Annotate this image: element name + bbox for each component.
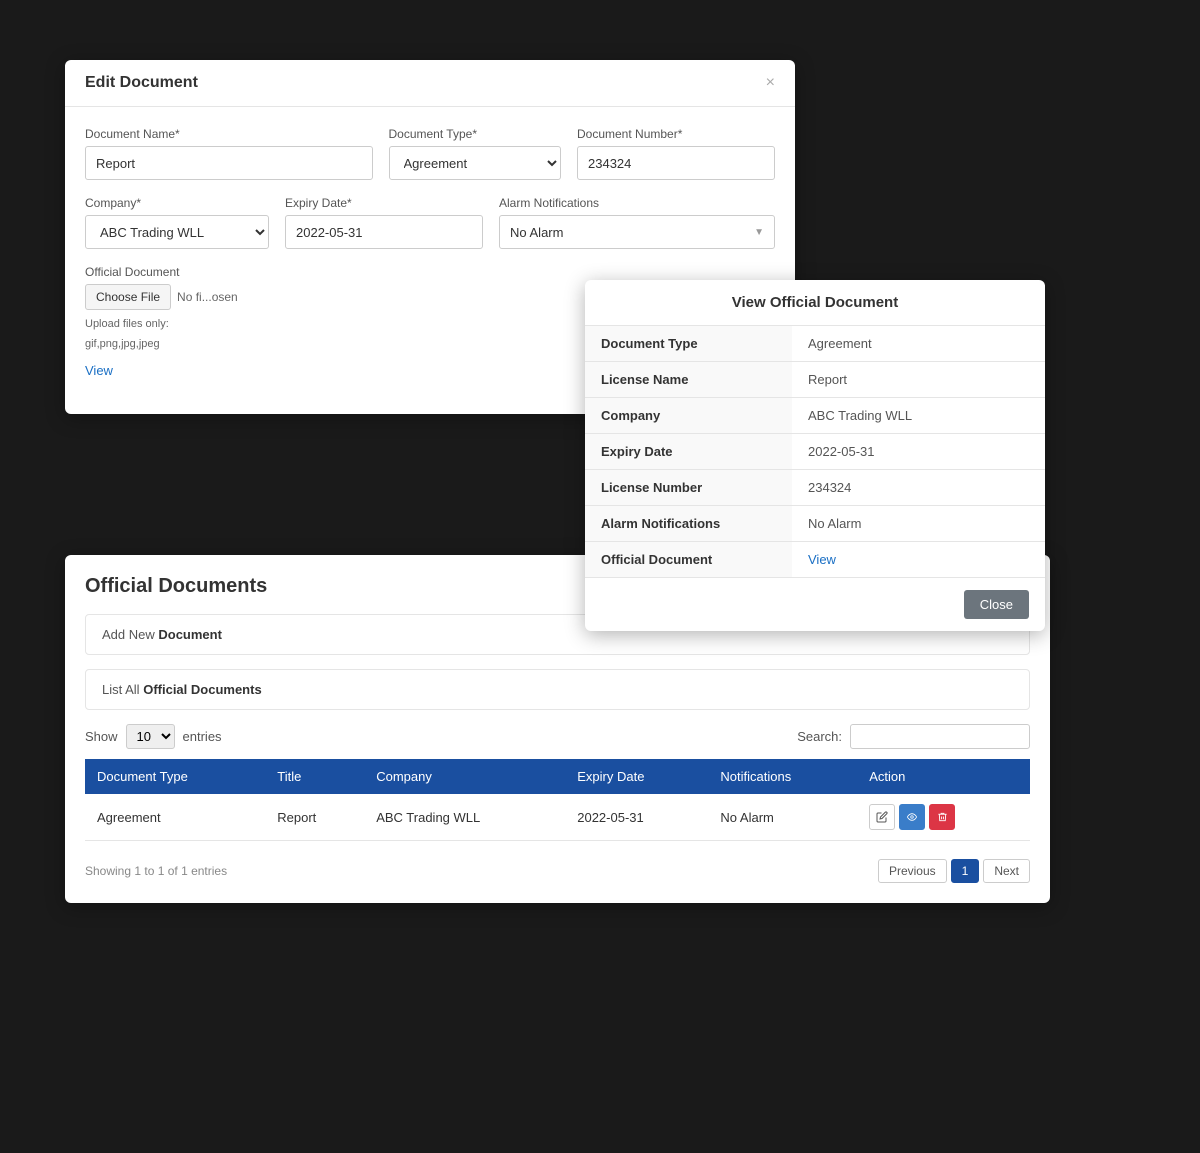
file-name-display: No fi...osen [177, 290, 238, 304]
add-new-label: Add New [102, 627, 155, 642]
edit-row-button[interactable] [869, 804, 895, 830]
trash-icon [937, 811, 948, 823]
document-type-select[interactable]: Agreement [389, 146, 562, 180]
showing-entries-text: Showing 1 to 1 of 1 entries [85, 864, 227, 878]
alarm-group: Alarm Notifications No Alarm ▼ [499, 196, 775, 249]
cell-document-type: Agreement [85, 794, 265, 841]
page-1-button[interactable]: 1 [951, 859, 980, 883]
next-page-button[interactable]: Next [983, 859, 1030, 883]
col-header-company: Company [364, 759, 565, 794]
table-row: License Number 234324 [585, 470, 1045, 506]
doc-type-label: Document Type [585, 326, 792, 362]
document-type-label: Document Type* [389, 127, 562, 141]
col-header-expiry-date: Expiry Date [565, 759, 708, 794]
official-document-label: Official Document [85, 265, 775, 279]
alarm-notifications-value: No Alarm [792, 506, 1045, 542]
col-header-action: Action [857, 759, 1030, 794]
view-modal-footer: Close [585, 577, 1045, 631]
document-number-label: Document Number* [577, 127, 775, 141]
document-number-input[interactable] [577, 146, 775, 180]
edit-modal-header: Edit Document × [65, 60, 795, 107]
search-label: Search: [797, 729, 842, 744]
document-name-group: Document Name* [85, 127, 373, 180]
form-row-2: Company* ABC Trading WLL Expiry Date* Al… [85, 196, 775, 249]
edit-icon [876, 811, 888, 823]
expiry-date-value-view: 2022-05-31 [792, 434, 1045, 470]
pagination: Previous 1 Next [878, 859, 1030, 883]
search-box: Search: [797, 724, 1030, 749]
table-controls: Show 10 25 50 entries Search: [85, 724, 1030, 749]
doc-type-value: Agreement [792, 326, 1045, 362]
official-doc-value-view: View [792, 542, 1045, 578]
table-footer: Showing 1 to 1 of 1 entries Previous 1 N… [85, 851, 1030, 883]
edit-modal-title: Edit Document [85, 74, 198, 92]
alarm-notifications-label: Alarm Notifications [585, 506, 792, 542]
view-official-document-modal: View Official Document Document Type Agr… [585, 280, 1045, 631]
table-row: License Name Report [585, 362, 1045, 398]
company-value-view: ABC Trading WLL [792, 398, 1045, 434]
search-input[interactable] [850, 724, 1030, 749]
expiry-date-input[interactable] [285, 215, 483, 249]
documents-table: Document Type Title Company Expiry Date … [85, 759, 1030, 841]
cell-title: Report [265, 794, 364, 841]
choose-file-button[interactable]: Choose File [85, 284, 171, 310]
table-header-row: Document Type Title Company Expiry Date … [85, 759, 1030, 794]
document-name-input[interactable] [85, 146, 373, 180]
cell-expiry-date: 2022-05-31 [565, 794, 708, 841]
cell-company: ABC Trading WLL [364, 794, 565, 841]
expiry-date-label: Expiry Date* [285, 196, 483, 210]
alarm-select[interactable]: No Alarm [500, 215, 744, 249]
action-buttons [869, 804, 1018, 830]
expiry-date-group: Expiry Date* [285, 196, 483, 249]
alarm-dropdown-arrow: ▼ [744, 227, 774, 238]
col-header-notifications: Notifications [708, 759, 857, 794]
document-name-label: Document Name* [85, 127, 373, 141]
view-modal-title: View Official Document [585, 280, 1045, 326]
company-group: Company* ABC Trading WLL [85, 196, 269, 249]
expiry-date-label-view: Expiry Date [585, 434, 792, 470]
company-label: Company* [85, 196, 269, 210]
list-all-documents-link[interactable]: Official Documents [143, 682, 261, 697]
license-name-label: License Name [585, 362, 792, 398]
company-label-view: Company [585, 398, 792, 434]
license-number-value: 234324 [792, 470, 1045, 506]
previous-page-button[interactable]: Previous [878, 859, 947, 883]
cell-action [857, 794, 1030, 841]
official-doc-view-link[interactable]: View [808, 552, 836, 567]
license-number-label: License Number [585, 470, 792, 506]
table-row: Expiry Date 2022-05-31 [585, 434, 1045, 470]
list-all-label: List All [102, 682, 140, 697]
edit-modal-close-button[interactable]: × [766, 74, 775, 92]
view-row-button[interactable] [899, 804, 925, 830]
show-label: Show [85, 729, 118, 744]
table-row: Document Type Agreement [585, 326, 1045, 362]
list-all-section: List All Official Documents [85, 669, 1030, 710]
form-row-1: Document Name* Document Type* Agreement … [85, 127, 775, 180]
view-document-table: Document Type Agreement License Name Rep… [585, 326, 1045, 577]
table-row: Alarm Notifications No Alarm [585, 506, 1045, 542]
alarm-select-wrapper: No Alarm ▼ [499, 215, 775, 249]
table-row: Agreement Report ABC Trading WLL 2022-05… [85, 794, 1030, 841]
col-header-title: Title [265, 759, 364, 794]
entries-select[interactable]: 10 25 50 [126, 724, 175, 749]
add-new-document-link[interactable]: Document [158, 627, 222, 642]
close-button[interactable]: Close [964, 590, 1029, 619]
official-doc-label-view: Official Document [585, 542, 792, 578]
license-name-value: Report [792, 362, 1045, 398]
entries-label: entries [183, 729, 222, 744]
delete-row-button[interactable] [929, 804, 955, 830]
table-row: Company ABC Trading WLL [585, 398, 1045, 434]
company-select[interactable]: ABC Trading WLL [85, 215, 269, 249]
table-row: Official Document View [585, 542, 1045, 578]
cell-notifications: No Alarm [708, 794, 857, 841]
alarm-label: Alarm Notifications [499, 196, 775, 210]
show-entries-control: Show 10 25 50 entries [85, 724, 222, 749]
col-header-document-type: Document Type [85, 759, 265, 794]
document-number-group: Document Number* [577, 127, 775, 180]
eye-icon [906, 812, 918, 822]
document-type-group: Document Type* Agreement [389, 127, 562, 180]
